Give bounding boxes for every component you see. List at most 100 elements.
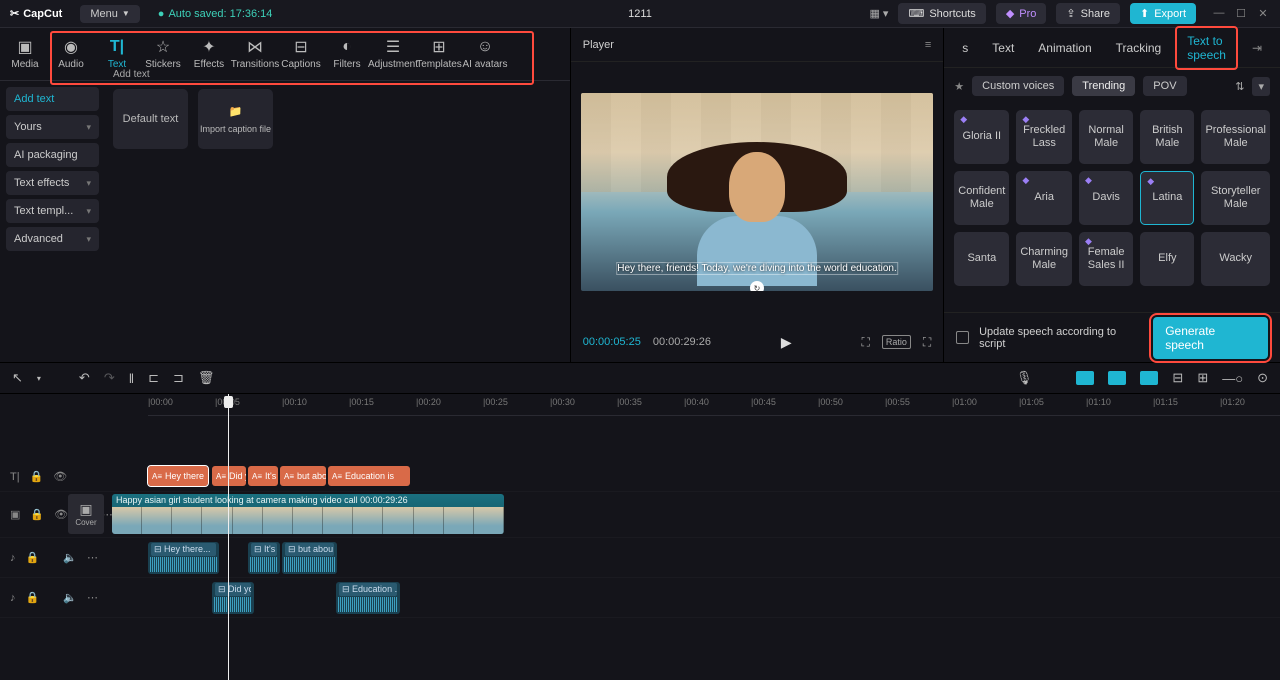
fullscreen-icon[interactable]: ⛶ xyxy=(923,335,931,350)
video-preview[interactable]: Hey there, friends! Today, we're diving … xyxy=(571,62,944,322)
update-speech-checkbox[interactable] xyxy=(956,331,969,344)
sidetab-advanced[interactable]: Advanced▾ xyxy=(6,227,99,251)
import-caption-card[interactable]: 📁Import caption file xyxy=(198,89,273,149)
tool-transitions[interactable]: ⋈Transitions xyxy=(232,32,278,76)
voice-latina[interactable]: ◆Latina xyxy=(1140,171,1194,225)
audio-clip[interactable]: ⊟ Education . xyxy=(336,582,400,614)
layout-icon[interactable]: ▦ ▾ xyxy=(869,7,888,20)
select-tool-icon[interactable]: ↖ xyxy=(12,370,23,386)
audio-clip[interactable]: ⊟ Did yo xyxy=(212,582,254,614)
ratio-button[interactable]: Ratio xyxy=(882,335,911,349)
voice-wacky[interactable]: Wacky xyxy=(1201,232,1270,286)
zoom-fit-icon[interactable]: ⊙ xyxy=(1257,370,1268,386)
pov-pill[interactable]: POV xyxy=(1143,76,1186,96)
tab-tracking[interactable]: Tracking xyxy=(1106,35,1172,61)
sidetab-add-text[interactable]: Add text xyxy=(6,87,99,111)
snap-2[interactable] xyxy=(1108,371,1126,385)
text-clip[interactable]: A≡ It's xyxy=(248,466,278,486)
more-icon[interactable]: ⋯ xyxy=(87,591,98,604)
lock-icon[interactable]: 🔒 xyxy=(26,591,40,604)
tab-text-to-speech[interactable]: Text to speech xyxy=(1175,26,1238,70)
minimize-icon[interactable]: — xyxy=(1212,7,1226,20)
audio-clip[interactable]: ⊟ Hey there... xyxy=(148,542,219,574)
crop-icon[interactable]: ⛶ xyxy=(861,335,869,350)
voice-freckled-lass[interactable]: ◆Freckled Lass xyxy=(1016,110,1072,164)
tool-captions[interactable]: ⊟Captions xyxy=(278,32,324,76)
audio-clip[interactable]: ⊟ but abou xyxy=(282,542,337,574)
split-left-icon[interactable]: ⊏ xyxy=(148,370,159,386)
tab-s[interactable]: s xyxy=(952,35,978,61)
mute-icon[interactable]: 🔈 xyxy=(63,591,77,604)
favorites-icon[interactable]: ★ xyxy=(954,80,964,93)
voice-british-male[interactable]: British Male xyxy=(1140,110,1194,164)
voice-gloria-ii[interactable]: ◆Gloria II xyxy=(954,110,1009,164)
voice-aria[interactable]: ◆Aria xyxy=(1016,171,1072,225)
sort-icon[interactable]: ⇅ xyxy=(1235,80,1244,93)
track-icon[interactable]: ⊞ xyxy=(1197,370,1208,386)
tab-animation[interactable]: Animation xyxy=(1028,35,1101,61)
align-icon[interactable]: ⊟ xyxy=(1172,370,1183,386)
redo-icon[interactable]: ↷ xyxy=(104,370,115,386)
time-ruler[interactable]: |00:00|00:05|00:10|00:15|00:20|00:25|00:… xyxy=(148,394,1280,416)
tool-ai-avatars[interactable]: ☺AI avatars xyxy=(462,32,508,76)
voice-charming-male[interactable]: Charming Male xyxy=(1016,232,1072,286)
voice-confident-male[interactable]: Confident Male xyxy=(954,171,1009,225)
zoom-slider-handle[interactable]: —○ xyxy=(1222,371,1243,386)
split-right-icon[interactable]: ⊐ xyxy=(173,370,184,386)
visibility-icon[interactable]: 👁 xyxy=(54,508,68,521)
snap-3[interactable] xyxy=(1140,371,1158,385)
timeline[interactable]: |00:00|00:05|00:10|00:15|00:20|00:25|00:… xyxy=(0,394,1280,680)
tool-filters[interactable]: ◐Filters xyxy=(324,32,370,76)
text-clip[interactable]: A≡ Hey there xyxy=(148,466,208,486)
mic-icon[interactable]: 🎙 xyxy=(1016,370,1033,386)
tool-templates[interactable]: ⊞Templates xyxy=(416,32,462,76)
caption-overlay[interactable]: Hey there, friends! Today, we're diving … xyxy=(616,262,898,275)
sidetab-text-templates[interactable]: Text templ...▾ xyxy=(6,199,99,223)
trending-pill[interactable]: Trending xyxy=(1072,76,1135,96)
play-button[interactable]: ▶ xyxy=(781,334,792,351)
lock-icon[interactable]: 🔒 xyxy=(26,551,40,564)
cover-thumbnail[interactable]: ▣Cover xyxy=(68,494,104,534)
project-name[interactable]: 1211 xyxy=(628,8,652,20)
dropdown-icon[interactable]: ▾ xyxy=(1252,77,1270,96)
select-mode-dropdown[interactable]: ▾ xyxy=(37,374,41,383)
menu-button[interactable]: Menu ▼ xyxy=(80,5,139,23)
voice-storyteller-male[interactable]: Storyteller Male xyxy=(1201,171,1270,225)
voice-professional-male[interactable]: Professional Male xyxy=(1201,110,1270,164)
video-clip[interactable]: Happy asian girl student looking at came… xyxy=(112,494,504,534)
export-button[interactable]: ⬆ Export xyxy=(1130,3,1196,24)
audio-clip[interactable]: ⊟ It's n xyxy=(248,542,280,574)
playhead[interactable] xyxy=(228,394,229,680)
shortcuts-button[interactable]: ⌨ Shortcuts xyxy=(898,3,985,24)
tool-adjustment[interactable]: ☰Adjustment xyxy=(370,32,416,76)
mute-icon[interactable]: 🔈 xyxy=(63,551,77,564)
player-menu-icon[interactable]: ≡ xyxy=(925,39,931,51)
tool-media[interactable]: ▣Media xyxy=(2,32,48,76)
lock-icon[interactable]: 🔒 xyxy=(30,508,44,521)
lock-icon[interactable]: 🔒 xyxy=(30,470,44,483)
close-icon[interactable]: ✕ xyxy=(1256,7,1270,20)
voice-normal-male[interactable]: Normal Male xyxy=(1079,110,1133,164)
share-button[interactable]: ⇪ Share xyxy=(1056,3,1120,24)
voice-female-sales-ii[interactable]: ◆Female Sales II xyxy=(1079,232,1133,286)
voice-davis[interactable]: ◆Davis xyxy=(1079,171,1133,225)
tool-effects[interactable]: ✦Effects xyxy=(186,32,232,76)
text-clip[interactable]: A≡ Did y xyxy=(212,466,246,486)
custom-voices-pill[interactable]: Custom voices xyxy=(972,76,1064,96)
voice-elfy[interactable]: Elfy xyxy=(1140,232,1194,286)
tool-audio[interactable]: ◉Audio xyxy=(48,32,94,76)
visibility-icon[interactable]: 👁 xyxy=(53,470,67,483)
sidetab-yours[interactable]: Yours▾ xyxy=(6,115,99,139)
split-icon[interactable]: ‖ xyxy=(129,371,134,386)
more-icon[interactable]: ⋯ xyxy=(87,551,98,564)
tab-text[interactable]: Text xyxy=(982,35,1024,61)
generate-speech-button[interactable]: Generate speech xyxy=(1153,317,1268,359)
text-clip[interactable]: A≡ but abo xyxy=(280,466,326,486)
pro-button[interactable]: ◆ Pro xyxy=(996,3,1047,24)
sidetab-ai-packaging[interactable]: AI packaging xyxy=(6,143,99,167)
undo-icon[interactable]: ↶ xyxy=(79,370,90,386)
sidetab-text-effects[interactable]: Text effects▾ xyxy=(6,171,99,195)
maximize-icon[interactable]: ☐ xyxy=(1234,7,1248,20)
rotate-handle[interactable]: ↻ xyxy=(750,281,764,291)
tab-overflow-icon[interactable]: ⇥ xyxy=(1242,35,1272,61)
